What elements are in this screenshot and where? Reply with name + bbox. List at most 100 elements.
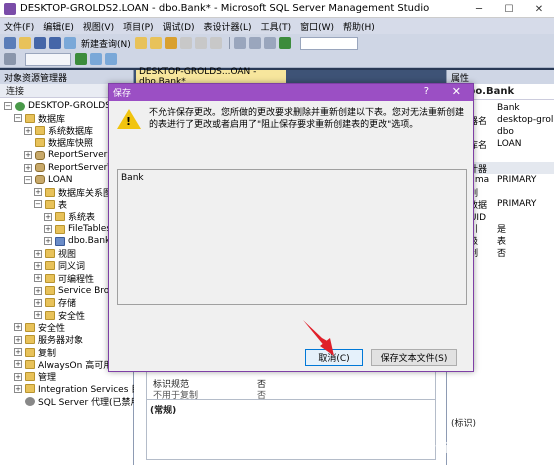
tree-node[interactable]: + 存储 bbox=[34, 297, 76, 309]
expand-icon[interactable]: + bbox=[34, 298, 42, 307]
tree-node[interactable]: + dbo.Bank bbox=[44, 235, 110, 247]
tree-node[interactable]: − 数据库 bbox=[14, 112, 65, 125]
menu-tools[interactable]: 工具(T) bbox=[261, 20, 292, 33]
new-query-icon[interactable] bbox=[64, 37, 76, 49]
tree-node[interactable]: − DESKTOP-GROLDS2 bbox=[4, 100, 117, 112]
dialog-title-bar: 保存 ? ✕ bbox=[109, 84, 473, 101]
start-debug-icon[interactable] bbox=[278, 37, 291, 49]
expand-icon[interactable]: + bbox=[34, 311, 42, 320]
execute-icon[interactable] bbox=[75, 53, 87, 65]
maximize-button[interactable]: ☐ bbox=[494, 0, 524, 18]
expand-icon[interactable]: + bbox=[34, 249, 42, 258]
open-file-icon[interactable] bbox=[19, 37, 31, 49]
tree-node[interactable]: + Integration Services 目录 bbox=[14, 383, 149, 395]
tree-node[interactable]: + 系统表 bbox=[44, 211, 95, 223]
title-bar: DESKTOP-GROLDS2.LOAN - dbo.Bank* - Micro… bbox=[0, 0, 554, 18]
tree-node[interactable]: + 管理 bbox=[14, 371, 56, 383]
tree-node[interactable]: + 可编程性 bbox=[34, 272, 94, 285]
expand-icon[interactable]: + bbox=[14, 360, 22, 369]
list-item[interactable]: Bank bbox=[121, 173, 144, 183]
tree-node[interactable]: − LOAN bbox=[24, 174, 73, 186]
expand-icon[interactable]: + bbox=[14, 384, 22, 393]
property-value: dbo bbox=[497, 127, 514, 137]
folder-icon bbox=[55, 212, 65, 222]
tree-node[interactable]: + ReportServerTe bbox=[24, 162, 117, 174]
tree-node[interactable]: SQL Server 代理(已禁用代 bbox=[14, 395, 149, 408]
tree-node-label: 存储 bbox=[58, 299, 77, 310]
expand-icon[interactable]: + bbox=[44, 225, 52, 233]
expand-icon[interactable]: + bbox=[34, 261, 42, 270]
available-db-icon[interactable] bbox=[4, 53, 16, 65]
menu-edit[interactable]: 编辑(E) bbox=[43, 20, 74, 33]
copy-icon[interactable] bbox=[194, 37, 207, 49]
collapse-icon[interactable]: − bbox=[24, 175, 32, 184]
tree-node[interactable]: + AlwaysOn 高可用性 bbox=[14, 358, 121, 371]
connect-button[interactable]: 连接 bbox=[6, 84, 24, 97]
tree-node[interactable]: + ReportServer bbox=[24, 149, 107, 161]
minimize-button[interactable]: ─ bbox=[464, 0, 494, 18]
tree-node[interactable]: + 安全性 bbox=[14, 321, 65, 334]
tree-node[interactable]: − 表 bbox=[34, 198, 67, 211]
tree-node[interactable]: + 视图 bbox=[34, 248, 76, 260]
expand-icon[interactable]: + bbox=[44, 237, 52, 246]
tree-node[interactable]: + FileTables bbox=[44, 223, 111, 235]
tab-dbo-bank[interactable]: DESKTOP-GROLDS...OAN - dbo.Bank* bbox=[136, 67, 286, 87]
menu-help[interactable]: 帮助(H) bbox=[343, 20, 375, 33]
menu-project[interactable]: 项目(P) bbox=[123, 20, 153, 33]
query-analysis-icon[interactable] bbox=[149, 37, 162, 49]
solution-config-combo[interactable] bbox=[299, 36, 358, 50]
collapse-icon[interactable]: − bbox=[34, 200, 42, 209]
save-icon[interactable] bbox=[34, 37, 46, 49]
new-project-icon[interactable] bbox=[4, 37, 16, 49]
save-text-file-button[interactable]: 保存文本文件(S) bbox=[371, 349, 457, 366]
redo-icon[interactable] bbox=[248, 37, 261, 49]
expand-icon[interactable]: + bbox=[34, 188, 42, 197]
expand-icon[interactable]: + bbox=[34, 286, 42, 295]
menu-window[interactable]: 窗口(W) bbox=[300, 20, 334, 33]
tree-node[interactable]: + 同义词 bbox=[34, 260, 85, 272]
tree-node[interactable]: + 复制 bbox=[14, 346, 56, 359]
query-db-icon[interactable] bbox=[134, 37, 147, 49]
debug-icon[interactable] bbox=[90, 53, 102, 65]
expand-icon[interactable]: + bbox=[14, 348, 22, 356]
expand-icon[interactable]: + bbox=[24, 163, 32, 172]
affected-tables-list[interactable]: Bank bbox=[117, 169, 467, 305]
tree-node[interactable]: 数据库快照 bbox=[24, 137, 93, 149]
query-xmla-icon[interactable] bbox=[164, 37, 177, 49]
expand-icon[interactable]: + bbox=[14, 372, 22, 381]
navigate-back-icon[interactable] bbox=[263, 37, 276, 49]
expand-icon[interactable]: + bbox=[44, 212, 52, 221]
folder-icon bbox=[25, 359, 35, 369]
tree-node[interactable]: + 安全性 bbox=[34, 309, 85, 322]
expand-icon[interactable]: + bbox=[14, 323, 22, 332]
close-window-button[interactable]: ✕ bbox=[524, 0, 554, 18]
expand-icon[interactable]: + bbox=[14, 335, 22, 344]
paste-icon[interactable] bbox=[209, 37, 222, 49]
properties-title: 属性 bbox=[447, 70, 554, 84]
menu-view[interactable]: 视图(V) bbox=[83, 20, 114, 33]
menu-file[interactable]: 文件(F) bbox=[4, 20, 34, 33]
tree-node[interactable]: + 数据库关系图 bbox=[34, 186, 112, 199]
tree-node[interactable]: + 系统数据库 bbox=[24, 125, 93, 137]
expand-icon[interactable]: + bbox=[34, 274, 42, 283]
expand-icon[interactable]: + bbox=[24, 151, 32, 160]
tree-node[interactable]: + 服务器对象 bbox=[14, 334, 83, 346]
collapse-icon[interactable]: − bbox=[4, 102, 12, 110]
dialog-close-button[interactable]: ✕ bbox=[452, 85, 461, 98]
menu-debug[interactable]: 调试(D) bbox=[163, 20, 195, 33]
tree-node[interactable]: + Service Broke bbox=[34, 285, 120, 297]
parse-icon[interactable] bbox=[105, 53, 117, 65]
undo-icon[interactable] bbox=[233, 37, 246, 49]
expand-icon[interactable]: + bbox=[24, 126, 32, 135]
database-combo[interactable] bbox=[25, 52, 71, 66]
tree-node-label: SQL Server 代理(已禁用代 bbox=[38, 397, 149, 408]
cut-icon[interactable] bbox=[179, 37, 192, 49]
dialog-help-button[interactable]: ? bbox=[424, 86, 429, 97]
save-all-icon[interactable] bbox=[49, 37, 61, 49]
folder-icon bbox=[45, 273, 55, 283]
new-query-button[interactable]: 新建查询(N) bbox=[81, 37, 131, 50]
collapse-icon[interactable]: − bbox=[14, 114, 22, 123]
db-icon bbox=[35, 150, 45, 160]
window-title: DESKTOP-GROLDS2.LOAN - dbo.Bank* - Micro… bbox=[20, 3, 430, 14]
menu-table-designer[interactable]: 表设计器(L) bbox=[204, 20, 252, 33]
